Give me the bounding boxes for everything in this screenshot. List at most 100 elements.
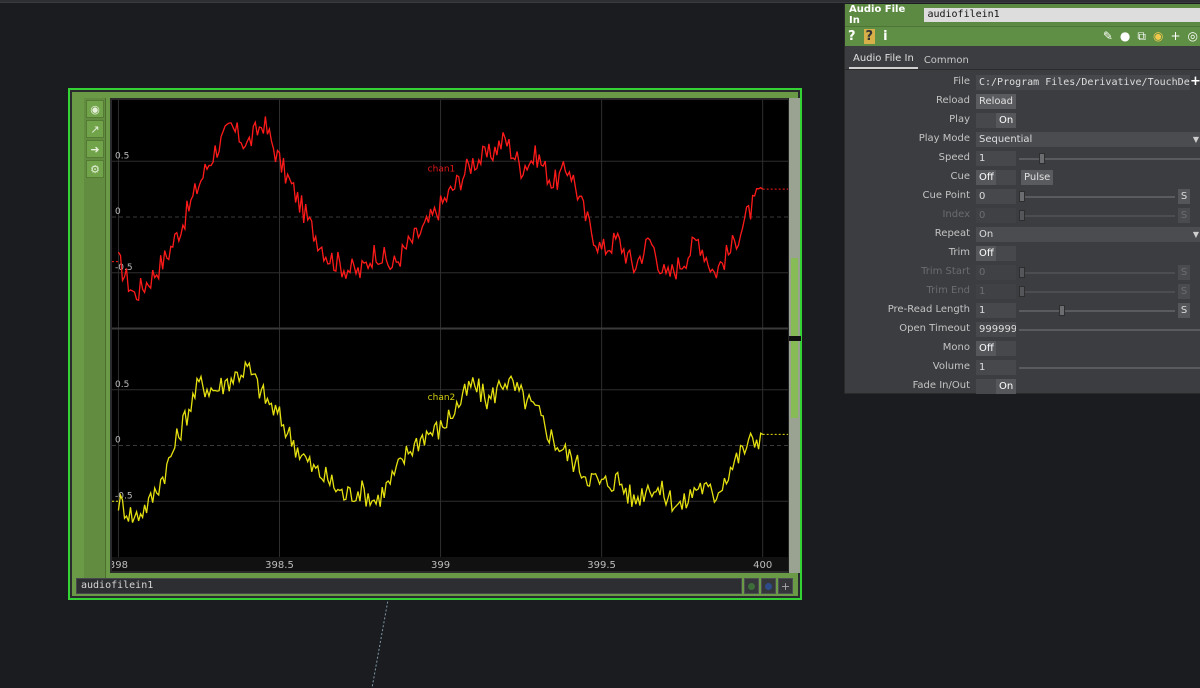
param-label: Pre-Read Length [887,304,970,315]
channel-name-label: chan2 [428,393,456,403]
fade-toggle[interactable]: On [976,379,1016,394]
bypass-flag[interactable] [744,578,759,594]
panel-actions: ✎ ● ⧉ ◉ + ◎ [1103,29,1200,44]
target-icon[interactable]: ◉ [86,100,104,118]
cue-point-slider-track[interactable] [1019,196,1175,198]
tab-common[interactable]: Common [920,55,973,69]
repeat-menu[interactable]: On ▼ [976,227,1200,242]
pre-read-slider-knob[interactable] [1059,305,1065,316]
cue-point-field[interactable]: 0 [976,189,1016,204]
mono-toggle[interactable]: Off [976,341,1016,356]
x-tick-label: 398 [112,560,128,571]
y-tick-label: -0.5 [115,491,133,501]
panel-header: Audio File In audiofilein1 [845,4,1200,26]
display-flag[interactable] [761,578,776,594]
open-timeout-slider-track[interactable] [1019,329,1200,331]
cue-toggle[interactable]: Off [976,170,1016,185]
channel-viewer[interactable]: 0.5 0 -0.5 chan1 0.5 0 -0.5 chan2 398 398.5 399 399… [110,98,790,573]
wrench-icon[interactable]: ⚙ [86,160,104,178]
arrow-right-icon[interactable]: ➜ [86,140,104,158]
chart-icon[interactable]: ↗ [86,120,104,138]
help-icon[interactable]: ? [848,29,856,44]
y-tick-label: 0.5 [115,151,129,161]
param-cue: Cue Off Pulse [845,168,1200,187]
param-pre-read-length: Pre-Read Length 1 S [845,301,1200,320]
index-slider-knob[interactable] [1019,210,1025,221]
param-label: Mono [942,342,970,353]
volume-field[interactable]: 1 [976,360,1016,375]
param-label: File [953,76,970,87]
viewer-splitter[interactable] [789,336,801,341]
reload-button[interactable]: Reload [976,94,1017,109]
param-volume: Volume 1 [845,358,1200,377]
chevron-down-icon: ▼ [1192,135,1199,144]
pre-read-unit-button[interactable]: S [1178,303,1190,318]
plus-icon[interactable]: + [1170,29,1180,44]
target-icon[interactable]: ◎ [1188,29,1198,44]
param-label: Open Timeout [899,323,970,334]
audiofilein-node[interactable]: ◉ ↗ ➜ ⚙ 0.5 0 -0.5 chan1 0.5 0 -0.5 chan2 398 398… [68,88,802,600]
trim-start-unit-button[interactable]: S [1178,265,1190,280]
play-toggle[interactable]: On [976,113,1016,128]
python-icon[interactable]: ◉ [1153,29,1163,44]
param-fade: Fade In/Out On [845,377,1200,396]
speed-field[interactable]: 1 [976,151,1016,166]
param-index: Index 0 S [845,206,1200,225]
param-label: Volume [932,361,970,372]
pencil-icon[interactable]: ✎ [1103,29,1113,44]
toggle-off-seg [976,379,996,394]
index-slider-track[interactable] [1019,215,1175,217]
add-file-icon[interactable]: + [1190,74,1200,89]
comment-icon[interactable]: ● [1120,29,1130,44]
param-play: Play On [845,111,1200,130]
operator-type: Audio File In [849,4,906,26]
trim-start-field[interactable]: 0 [976,265,1016,280]
bypass-dot-icon [748,582,755,590]
cue-point-unit-button[interactable]: S [1178,189,1190,204]
python-help-icon[interactable]: ? [863,29,876,44]
node-body: ◉ ↗ ➜ ⚙ 0.5 0 -0.5 chan1 0.5 0 -0.5 chan2 398 398… [72,92,801,596]
tab-audio-file-in[interactable]: Audio File In [849,53,918,69]
index-field[interactable]: 0 [976,208,1016,223]
pre-read-length-field[interactable]: 1 [976,303,1016,318]
trim-end-unit-button[interactable]: S [1178,284,1190,299]
file-path-field[interactable]: C:/Program Files/Derivative/TouchDe [976,75,1190,90]
trim-end-field[interactable]: 1 [976,284,1016,299]
speed-slider-knob[interactable] [1039,153,1045,164]
toggle-off-seg: Off [976,341,996,356]
trim-end-slider-knob[interactable] [1019,286,1025,297]
trim-toggle[interactable]: Off [976,246,1016,261]
y-tick-label: 0 [115,207,121,217]
info-icon[interactable]: i [883,29,887,44]
index-unit-button[interactable]: S [1178,208,1190,223]
param-file: File C:/Program Files/Derivative/TouchDe… [845,73,1200,92]
param-label: Repeat [934,228,970,239]
param-label: Index [942,209,970,220]
cue-point-slider-knob[interactable] [1019,191,1025,202]
trim-end-slider-track[interactable] [1019,291,1175,293]
viewer-vertical-scrollbar[interactable] [788,98,801,573]
parameter-panel: Audio File In audiofilein1 ? ? i ✎ ● ⧉ ◉… [844,4,1200,394]
param-repeat: Repeat On ▼ [845,225,1200,244]
clone-icon[interactable]: ⧉ [1137,29,1146,44]
plus-icon: + [780,579,791,593]
speed-slider-track[interactable] [1019,158,1200,160]
cue-pulse-button[interactable]: Pulse [1021,170,1054,185]
viewer-flag[interactable]: + [778,578,793,594]
param-cue-point: Cue Point 0 S [845,187,1200,206]
param-open-timeout: Open Timeout 999999 [845,320,1200,339]
top-menu-strip [0,0,1200,3]
toggle-off-seg [976,113,996,128]
trim-start-slider-track[interactable] [1019,272,1175,274]
node-name-bar[interactable]: audiofilein1 [76,578,742,594]
param-trim: Trim Off [845,244,1200,263]
open-timeout-field[interactable]: 999999 [976,322,1016,337]
play-mode-menu[interactable]: Sequential ▼ [976,132,1200,147]
operator-name-field[interactable]: audiofilein1 [924,8,1200,22]
y-tick-label: 0.5 [115,380,129,390]
pre-read-slider-track[interactable] [1019,310,1175,312]
y-tick-label: 0 [115,436,121,446]
volume-slider-track[interactable] [1019,367,1200,369]
x-tick-label: 400 [753,560,772,571]
trim-start-slider-knob[interactable] [1019,267,1025,278]
